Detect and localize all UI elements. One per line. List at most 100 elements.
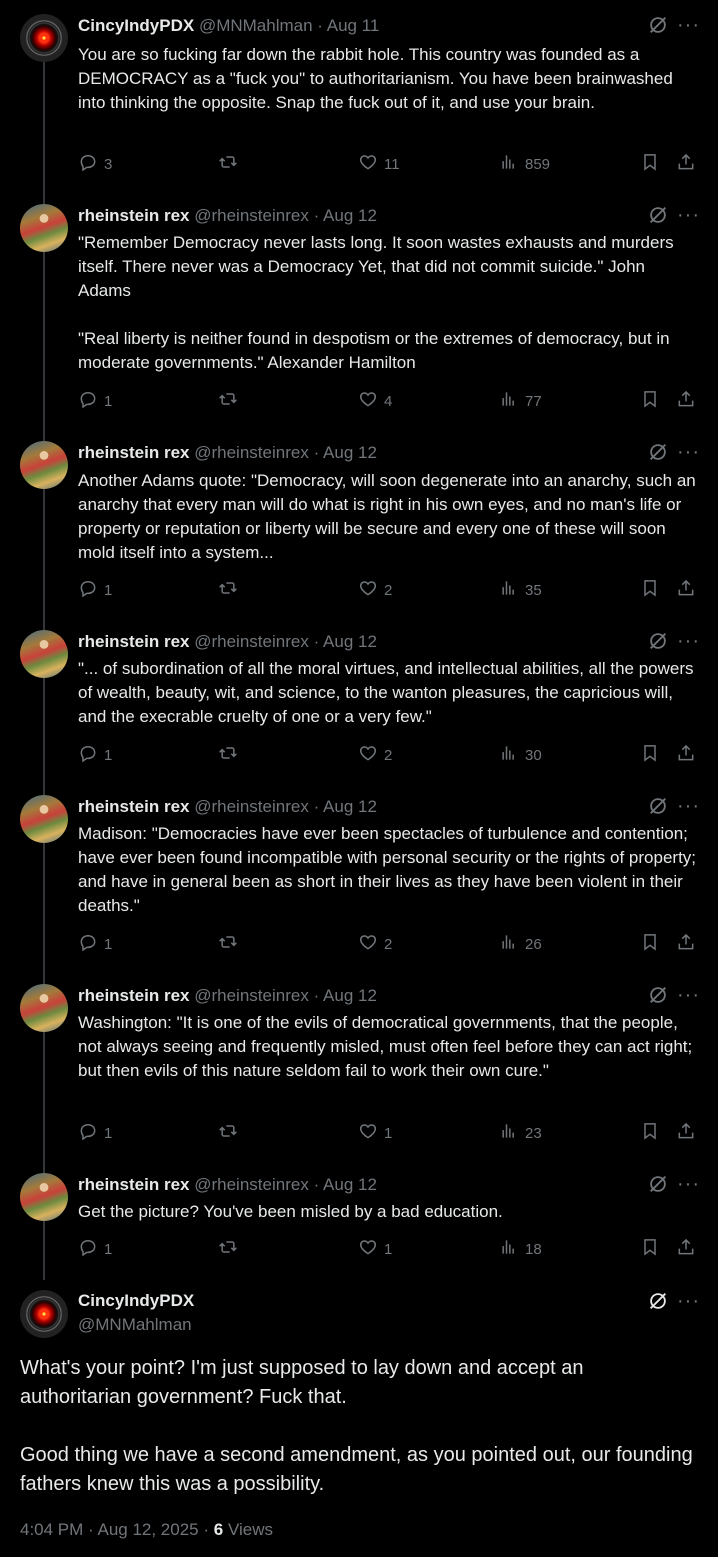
bookmark-button[interactable] xyxy=(640,390,660,412)
author-handle[interactable]: @rheinsteinrex xyxy=(194,797,309,816)
more-icon[interactable]: ··· xyxy=(677,985,699,1010)
views-button[interactable]: 23 xyxy=(499,1122,542,1144)
more-icon[interactable]: ··· xyxy=(677,442,699,467)
bookmark-button[interactable] xyxy=(640,579,660,601)
author-avatar[interactable] xyxy=(20,1173,68,1221)
reply-button[interactable]: 1 xyxy=(78,390,112,412)
main-post-text: What's your point? I'm just supposed to … xyxy=(20,1357,693,1495)
repost-button[interactable] xyxy=(218,390,244,412)
author-avatar[interactable] xyxy=(20,204,68,252)
author-avatar[interactable] xyxy=(20,441,68,489)
more-icon[interactable]: ··· xyxy=(677,1174,699,1199)
author-handle[interactable]: @rheinsteinrex xyxy=(194,986,309,1005)
author-name[interactable]: rheinstein rex xyxy=(78,632,190,651)
grok-icon[interactable] xyxy=(647,441,669,463)
author-avatar[interactable] xyxy=(20,984,68,1032)
author-avatar[interactable] xyxy=(20,14,68,62)
bookmark-button[interactable] xyxy=(640,744,660,766)
author-name[interactable]: rheinstein rex xyxy=(78,206,190,225)
like-button[interactable]: 1 xyxy=(358,1122,392,1144)
share-button[interactable] xyxy=(676,933,696,955)
author-name[interactable]: rheinstein rex xyxy=(78,443,190,462)
author-avatar[interactable] xyxy=(20,630,68,678)
reply-button[interactable]: 1 xyxy=(78,1122,112,1144)
reply-button[interactable]: 1 xyxy=(78,933,112,955)
reply-button[interactable]: 1 xyxy=(78,744,112,766)
author-handle[interactable]: @rheinsteinrex xyxy=(194,1175,309,1194)
grok-icon[interactable] xyxy=(647,14,669,36)
views-button[interactable]: 18 xyxy=(499,1238,542,1260)
more-icon[interactable]: ··· xyxy=(677,1291,699,1316)
share-button[interactable] xyxy=(676,390,696,412)
share-button[interactable] xyxy=(676,579,696,601)
reply-count: 1 xyxy=(104,746,113,764)
repost-button[interactable] xyxy=(218,579,244,601)
views-button[interactable]: 859 xyxy=(499,153,550,175)
tweet-date[interactable]: Aug 12 xyxy=(323,797,377,816)
bookmark-button[interactable] xyxy=(640,1238,660,1260)
tweet-date[interactable]: Aug 11 xyxy=(327,16,380,35)
share-button[interactable] xyxy=(676,744,696,766)
like-button[interactable]: 4 xyxy=(358,390,392,412)
grok-icon[interactable] xyxy=(647,1173,669,1195)
reply-button[interactable]: 1 xyxy=(78,1238,112,1260)
grok-icon[interactable] xyxy=(647,1290,669,1312)
views-button[interactable]: 26 xyxy=(499,933,542,955)
like-count: 4 xyxy=(384,392,393,410)
bookmark-button[interactable] xyxy=(640,1122,660,1144)
repost-button[interactable] xyxy=(218,744,244,766)
author-avatar[interactable] xyxy=(20,795,68,843)
more-icon[interactable]: ··· xyxy=(677,15,699,40)
tweet-date[interactable]: Aug 12 xyxy=(323,443,377,462)
author-name[interactable]: rheinstein rex xyxy=(78,986,190,1005)
like-button[interactable]: 2 xyxy=(358,744,392,766)
more-icon[interactable]: ··· xyxy=(677,631,699,656)
repost-button[interactable] xyxy=(218,1122,244,1144)
more-icon[interactable]: ··· xyxy=(677,205,699,230)
repost-button[interactable] xyxy=(218,153,244,175)
like-count: 11 xyxy=(384,155,400,173)
bookmark-button[interactable] xyxy=(640,933,660,955)
author-name[interactable]: rheinstein rex xyxy=(78,797,190,816)
reply-button[interactable]: 3 xyxy=(78,153,112,175)
author-handle[interactable]: @rheinsteinrex xyxy=(194,632,309,651)
author-name[interactable]: CincyIndyPDX xyxy=(78,16,194,35)
views-button[interactable]: 35 xyxy=(499,579,542,601)
grok-icon[interactable] xyxy=(647,630,669,652)
views-button[interactable]: 77 xyxy=(499,390,542,412)
author-handle[interactable]: @rheinsteinrex xyxy=(194,206,309,225)
author-handle[interactable]: @rheinsteinrex xyxy=(194,443,309,462)
repost-button[interactable] xyxy=(218,933,244,955)
tweet-date[interactable]: Aug 12 xyxy=(323,986,377,1005)
like-button[interactable]: 1 xyxy=(358,1238,392,1260)
views-button[interactable]: 30 xyxy=(499,744,542,766)
tweet-date[interactable]: Aug 12 xyxy=(323,632,377,651)
like-button[interactable]: 2 xyxy=(358,579,392,601)
reply-icon xyxy=(78,152,98,176)
share-button[interactable] xyxy=(676,1122,696,1144)
tweet-date[interactable]: Aug 12 xyxy=(323,206,377,225)
grok-icon[interactable] xyxy=(647,204,669,226)
reply-button[interactable]: 1 xyxy=(78,579,112,601)
tweet-date[interactable]: Aug 12 xyxy=(323,1175,377,1194)
like-button[interactable]: 2 xyxy=(358,933,392,955)
share-icon xyxy=(676,932,696,956)
grok-icon[interactable] xyxy=(647,795,669,817)
share-button[interactable] xyxy=(676,1238,696,1260)
more-icon[interactable]: ··· xyxy=(677,796,699,821)
tweet-text: You are so fucking far down the rabbit h… xyxy=(78,45,678,112)
timestamp-text[interactable]: 4:04 PM · Aug 12, 2025 · xyxy=(20,1520,214,1539)
grok-icon[interactable] xyxy=(647,984,669,1006)
main-author-handle[interactable]: @MNMahlman xyxy=(78,1315,192,1335)
main-author-avatar[interactable] xyxy=(20,1290,68,1338)
bookmark-button[interactable] xyxy=(640,153,660,175)
author-handle[interactable]: @MNMahlman xyxy=(199,16,313,35)
like-count: 1 xyxy=(384,1240,393,1258)
repost-button[interactable] xyxy=(218,1238,244,1260)
main-author-name[interactable]: CincyIndyPDX xyxy=(78,1291,194,1311)
share-button[interactable] xyxy=(676,153,696,175)
like-icon xyxy=(358,578,378,602)
like-icon xyxy=(358,932,378,956)
author-name[interactable]: rheinstein rex xyxy=(78,1175,190,1194)
like-button[interactable]: 11 xyxy=(358,153,400,175)
